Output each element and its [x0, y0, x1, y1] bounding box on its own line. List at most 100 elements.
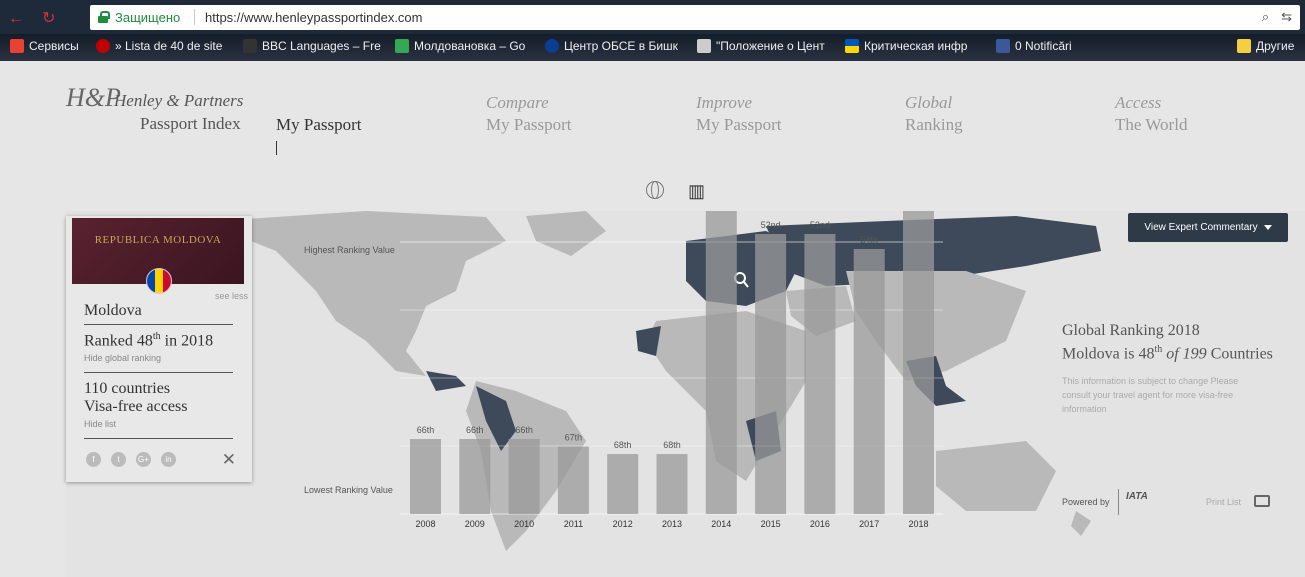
bar-2011[interactable] [557, 446, 589, 515]
bbc-icon [243, 39, 257, 53]
hide-list-link[interactable]: Hide list [84, 419, 116, 429]
bar-label-2008: 66th [417, 425, 435, 435]
bar-label-2013: 68th [663, 440, 681, 450]
bookmark-facebook[interactable]: 0 Notificări [996, 39, 1072, 53]
bar-label-2012: 68th [614, 440, 632, 450]
passport-cover-text: REPUBLICA MOLDOVA [94, 234, 222, 246]
lock-icon [98, 11, 110, 23]
x-tick-2011: 2011 [564, 519, 583, 529]
new-zealand [1071, 511, 1091, 536]
x-tick-2008: 2008 [415, 519, 435, 529]
url-text[interactable]: https://www.henleypassportindex.com [205, 10, 423, 25]
bar-2018[interactable] [903, 211, 934, 514]
apps-icon [10, 39, 24, 53]
bar-2010[interactable] [508, 439, 540, 514]
bar-2009[interactable] [459, 439, 491, 514]
translate-icon[interactable]: ⇆ [1281, 9, 1292, 24]
hide-ranking-link[interactable]: Hide global ranking [84, 353, 161, 363]
maps-icon [395, 39, 409, 53]
bar-2012[interactable] [607, 454, 639, 514]
printer-icon[interactable] [1254, 495, 1270, 507]
back-icon[interactable]: ← [8, 10, 24, 27]
x-tick-2014: 2014 [711, 519, 731, 529]
bar-label-2016: 52nd [810, 220, 830, 230]
divider [84, 438, 233, 439]
close-icon[interactable]: ✕ [222, 450, 236, 470]
moldova-flag-icon [146, 268, 172, 294]
browser-address-bar: ← ↻ Защищено https://www.henleypassportin… [0, 0, 1305, 34]
y-label-bottom: Lowest Ranking Value [304, 485, 393, 495]
print-list-link[interactable]: Print List [1206, 497, 1241, 507]
nav-compare[interactable]: Compare My Passport [486, 93, 571, 136]
bar-2016[interactable] [804, 234, 836, 514]
bookmark-critical[interactable]: Критическая инфр [845, 39, 967, 53]
x-tick-2013: 2013 [662, 519, 682, 529]
passport-card: REPUBLICA MOLDOVA see less Moldova Ranke… [66, 216, 252, 482]
country-name: Moldova [84, 302, 142, 319]
y-label-top: Highest Ranking Value [304, 245, 395, 255]
linkedin-share-icon[interactable]: in [161, 452, 176, 467]
powered-by-label: Powered by [1062, 497, 1110, 507]
osce-icon [545, 39, 559, 53]
view-expert-commentary-button[interactable]: View Expert Commentary [1128, 213, 1288, 242]
logo-name[interactable]: Henley & Partners [114, 91, 243, 111]
logo-sub[interactable]: Passport Index [140, 114, 241, 134]
bookmark-maps[interactable]: Молдовановка – Go [395, 39, 525, 53]
url-box[interactable]: Защищено https://www.henleypassportindex… [90, 5, 1300, 30]
x-tick-2017: 2017 [859, 519, 879, 529]
flag-ua-icon [845, 39, 859, 53]
bookmark-other[interactable]: Другие [1237, 39, 1294, 53]
bookmark-lista[interactable]: » Lista de 40 de site [96, 39, 222, 53]
twitter-share-icon[interactable]: t [111, 452, 126, 467]
x-tick-2016: 2016 [810, 519, 830, 529]
bookmark-bbc[interactable]: BBC Languages – Fre [243, 39, 381, 53]
iata-logo: IATA [1126, 491, 1148, 502]
bar-label-2015: 52nd [761, 220, 781, 230]
bookmark-polozhenie[interactable]: "Положение о Цент [697, 39, 825, 53]
document-icon [697, 39, 711, 53]
flag-stripe [155, 269, 163, 293]
nav-my-passport[interactable]: My Passport [276, 114, 361, 136]
facebook-icon [996, 39, 1010, 53]
see-less-link[interactable]: see less [215, 291, 248, 301]
global-ranking-summary: Global Ranking 2018 Moldova is 48th of 1… [1062, 322, 1273, 363]
x-tick-2012: 2012 [613, 519, 633, 529]
facebook-share-icon[interactable]: f [86, 452, 101, 467]
bookmark-osce[interactable]: Центр ОБСЕ в Бишк [545, 39, 678, 53]
url-separator [194, 9, 195, 25]
australia [936, 441, 1056, 511]
north-america [246, 211, 506, 376]
nav-improve[interactable]: Improve My Passport [696, 93, 781, 136]
secure-label: Защищено [115, 10, 181, 25]
bar-2008[interactable] [410, 439, 441, 514]
active-nav-indicator [276, 141, 277, 155]
flag-stripe [147, 269, 155, 293]
nav-global-ranking[interactable]: Global Ranking [905, 93, 963, 136]
map-icon[interactable]: ▥ [688, 181, 705, 202]
reload-icon[interactable]: ↻ [42, 10, 55, 27]
divider [1118, 489, 1119, 515]
bar-2015[interactable] [755, 234, 787, 514]
bookmarks-bar: Сервисы » Lista de 40 de site BBC Langua… [0, 34, 1305, 61]
folder-icon [1237, 39, 1251, 53]
bar-label-2009: 66th [466, 425, 484, 435]
bar-2017[interactable] [853, 249, 885, 514]
url-tools: ⌕ ⇆ [1250, 9, 1292, 25]
chevron-down-icon [1263, 225, 1272, 230]
bar-label-2017: 54th [860, 235, 878, 245]
caribbean [426, 371, 466, 391]
nav-access-world[interactable]: Access The World [1115, 93, 1187, 136]
divider [84, 372, 233, 373]
bookmark-services[interactable]: Сервисы [10, 39, 79, 53]
bar-2014[interactable] [705, 211, 737, 514]
google-plus-share-icon[interactable]: G+ [136, 452, 151, 467]
globe-icon[interactable] [646, 181, 664, 199]
bar-label-2010: 66th [515, 425, 533, 435]
x-tick-2015: 2015 [761, 519, 781, 529]
ranking-text: Ranked 48th in 2018 [84, 331, 214, 350]
logo-mark[interactable]: H&P [66, 83, 121, 113]
zoom-icon[interactable]: ⌕ [1262, 9, 1269, 24]
x-tick-2010: 2010 [514, 519, 534, 529]
bar-2013[interactable] [656, 454, 688, 514]
x-tick-2018: 2018 [908, 519, 928, 529]
